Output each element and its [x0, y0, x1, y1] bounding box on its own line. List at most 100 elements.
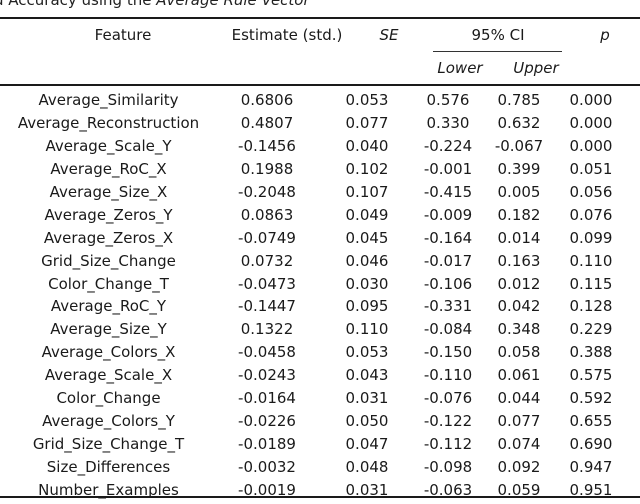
header-se: SE [379, 26, 399, 44]
table-row: Average_Similarity 0.6806 0.053 0.576 0.785 0… [0, 89, 623, 112]
table-row: Average_Size_Y 0.1322 0.110 -0.084 0.348 0.22… [0, 318, 623, 341]
cell-ci-upper: -0.067 [494, 137, 544, 156]
cell-ci-upper: 0.163 [497, 251, 541, 270]
cell-feature: Average_Zeros_Y [44, 205, 173, 224]
cell-feature: Average_RoC_X [50, 160, 167, 179]
cell-feature: Average_Colors_X [41, 343, 176, 362]
cell-estimate: -0.1447 [238, 297, 296, 316]
table-row: Color_Change -0.0164 0.031 -0.076 0.044 0.592 [0, 387, 623, 410]
cell-estimate: -0.0473 [238, 274, 296, 293]
cell-ci-lower: -0.106 [423, 274, 473, 293]
cell-ci-lower: -0.224 [423, 137, 473, 156]
cell-se: 0.050 [345, 411, 389, 430]
cell-se: 0.030 [345, 274, 389, 293]
table-row: Average_Scale_X -0.0243 0.043 -0.110 0.061 0.… [0, 364, 623, 387]
cell-p-value: 0.388 [569, 343, 613, 362]
cell-p-value: 0.128 [569, 297, 613, 316]
cell-estimate: 0.0863 [240, 205, 294, 224]
ci-rule [433, 51, 562, 52]
cell-ci-lower: -0.098 [423, 457, 473, 476]
table-row: Average_Colors_X -0.0458 0.053 -0.150 0.058 0… [0, 341, 623, 364]
cell-se: 0.046 [345, 251, 389, 270]
cell-estimate: -0.0032 [238, 457, 296, 476]
cell-se: 0.040 [345, 137, 389, 156]
header-p: p [600, 26, 610, 44]
cell-ci-upper: 0.012 [497, 274, 541, 293]
cell-ci-lower: -0.331 [423, 297, 473, 316]
table-row: Average_Colors_Y -0.0226 0.050 -0.122 0.077 0… [0, 409, 623, 432]
cell-ci-lower: -0.415 [423, 183, 473, 201]
results-table: Average_Similarity 0.6806 0.053 0.576 0.785 0… [0, 89, 623, 501]
cell-estimate: -0.0226 [238, 411, 296, 430]
cell-se: 0.048 [345, 457, 389, 476]
cell-ci-lower: -0.112 [423, 434, 473, 453]
table-row: Color_Change_T -0.0473 0.030 -0.106 0.012 0.1… [0, 272, 623, 295]
cell-estimate: -0.0458 [238, 343, 296, 362]
cell-se: 0.077 [345, 114, 389, 133]
table-row: Grid_Size_Change 0.0732 0.046 -0.017 0.163 0.… [0, 249, 623, 272]
cell-p-value: 0.110 [569, 251, 613, 270]
cell-ci-lower: -0.017 [423, 251, 473, 270]
cell-ci-upper: 0.785 [497, 91, 541, 110]
cell-p-value: 0.229 [569, 320, 613, 339]
cell-p-value: 0.000 [569, 114, 613, 133]
mid-rule [0, 84, 640, 86]
top-rule [0, 17, 640, 19]
header-feature: Feature [94, 26, 152, 44]
cell-feature: Grid_Size_Change [41, 251, 176, 270]
cell-estimate: -0.0749 [238, 228, 296, 247]
table-row: Size_Differences -0.0032 0.048 -0.098 0.092 0… [0, 455, 623, 478]
cell-p-value: 0.592 [569, 389, 613, 408]
cell-se: 0.110 [345, 320, 389, 339]
cell-ci-lower: -0.001 [423, 160, 473, 179]
cell-feature: Average_Zeros_X [43, 228, 174, 247]
cell-feature: Size_Differences [46, 457, 171, 476]
table-row: Average_RoC_Y -0.1447 0.095 -0.331 0.042 0.12… [0, 295, 623, 318]
cell-ci-upper: 0.399 [497, 160, 541, 179]
cell-feature: Average_RoC_Y [50, 297, 167, 316]
caption-emphasis: Average Rule Vector [156, 0, 310, 9]
cell-feature: Color_Change [56, 389, 161, 408]
cell-se: 0.053 [345, 343, 389, 362]
cell-se: 0.043 [345, 366, 389, 385]
cell-p-value: 0.076 [569, 205, 613, 224]
cell-feature: Average_Reconstruction [17, 114, 200, 133]
cell-feature: Average_Colors_Y [42, 411, 175, 430]
cell-p-value: 0.056 [569, 183, 613, 201]
cell-ci-upper: 0.058 [497, 343, 541, 362]
cell-ci-lower: -0.084 [423, 320, 473, 339]
table-row: Average_Size_X -0.2048 0.107 -0.415 0.005 0.0… [0, 181, 623, 204]
header-upper: Upper [513, 59, 559, 77]
cell-ci-upper: 0.092 [497, 457, 541, 476]
cell-ci-upper: 0.061 [497, 366, 541, 385]
cell-se: 0.095 [345, 297, 389, 316]
cell-ci-upper: 0.077 [497, 411, 541, 430]
cell-ci-lower: -0.122 [423, 411, 473, 430]
cell-p-value: 0.000 [569, 91, 613, 110]
cell-estimate: 0.1322 [240, 320, 294, 339]
cell-ci-lower: -0.164 [423, 228, 473, 247]
table-row: Average_Zeros_Y 0.0863 0.049 -0.009 0.182 0.0… [0, 203, 623, 226]
cell-estimate: -0.0243 [238, 366, 296, 385]
cell-estimate: 0.1988 [240, 160, 294, 179]
cell-ci-upper: 0.042 [497, 297, 541, 316]
cell-estimate: 0.0732 [240, 251, 294, 270]
cell-feature: Average_Size_Y [50, 320, 167, 339]
cell-p-value: 0.115 [569, 274, 613, 293]
cell-p-value: 0.655 [569, 411, 613, 430]
cell-ci-upper: 0.074 [497, 434, 541, 453]
cell-p-value: 0.099 [569, 228, 613, 247]
cell-ci-lower: 0.576 [426, 91, 470, 110]
header-lower: Lower [437, 59, 483, 77]
cell-ci-upper: 0.632 [497, 114, 541, 133]
cell-estimate: 0.6806 [240, 91, 294, 110]
cell-se: 0.047 [345, 434, 389, 453]
cell-p-value: 0.947 [569, 457, 613, 476]
cell-ci-lower: -0.009 [423, 205, 473, 224]
cell-estimate: -0.0164 [238, 389, 296, 408]
cell-se: 0.031 [345, 389, 389, 408]
cell-se: 0.102 [345, 160, 389, 179]
cell-ci-lower: 0.330 [426, 114, 470, 133]
table-row: Average_Scale_Y -0.1456 0.040 -0.224 -0.067 0… [0, 135, 623, 158]
cell-feature: Color_Change_T [48, 274, 169, 293]
